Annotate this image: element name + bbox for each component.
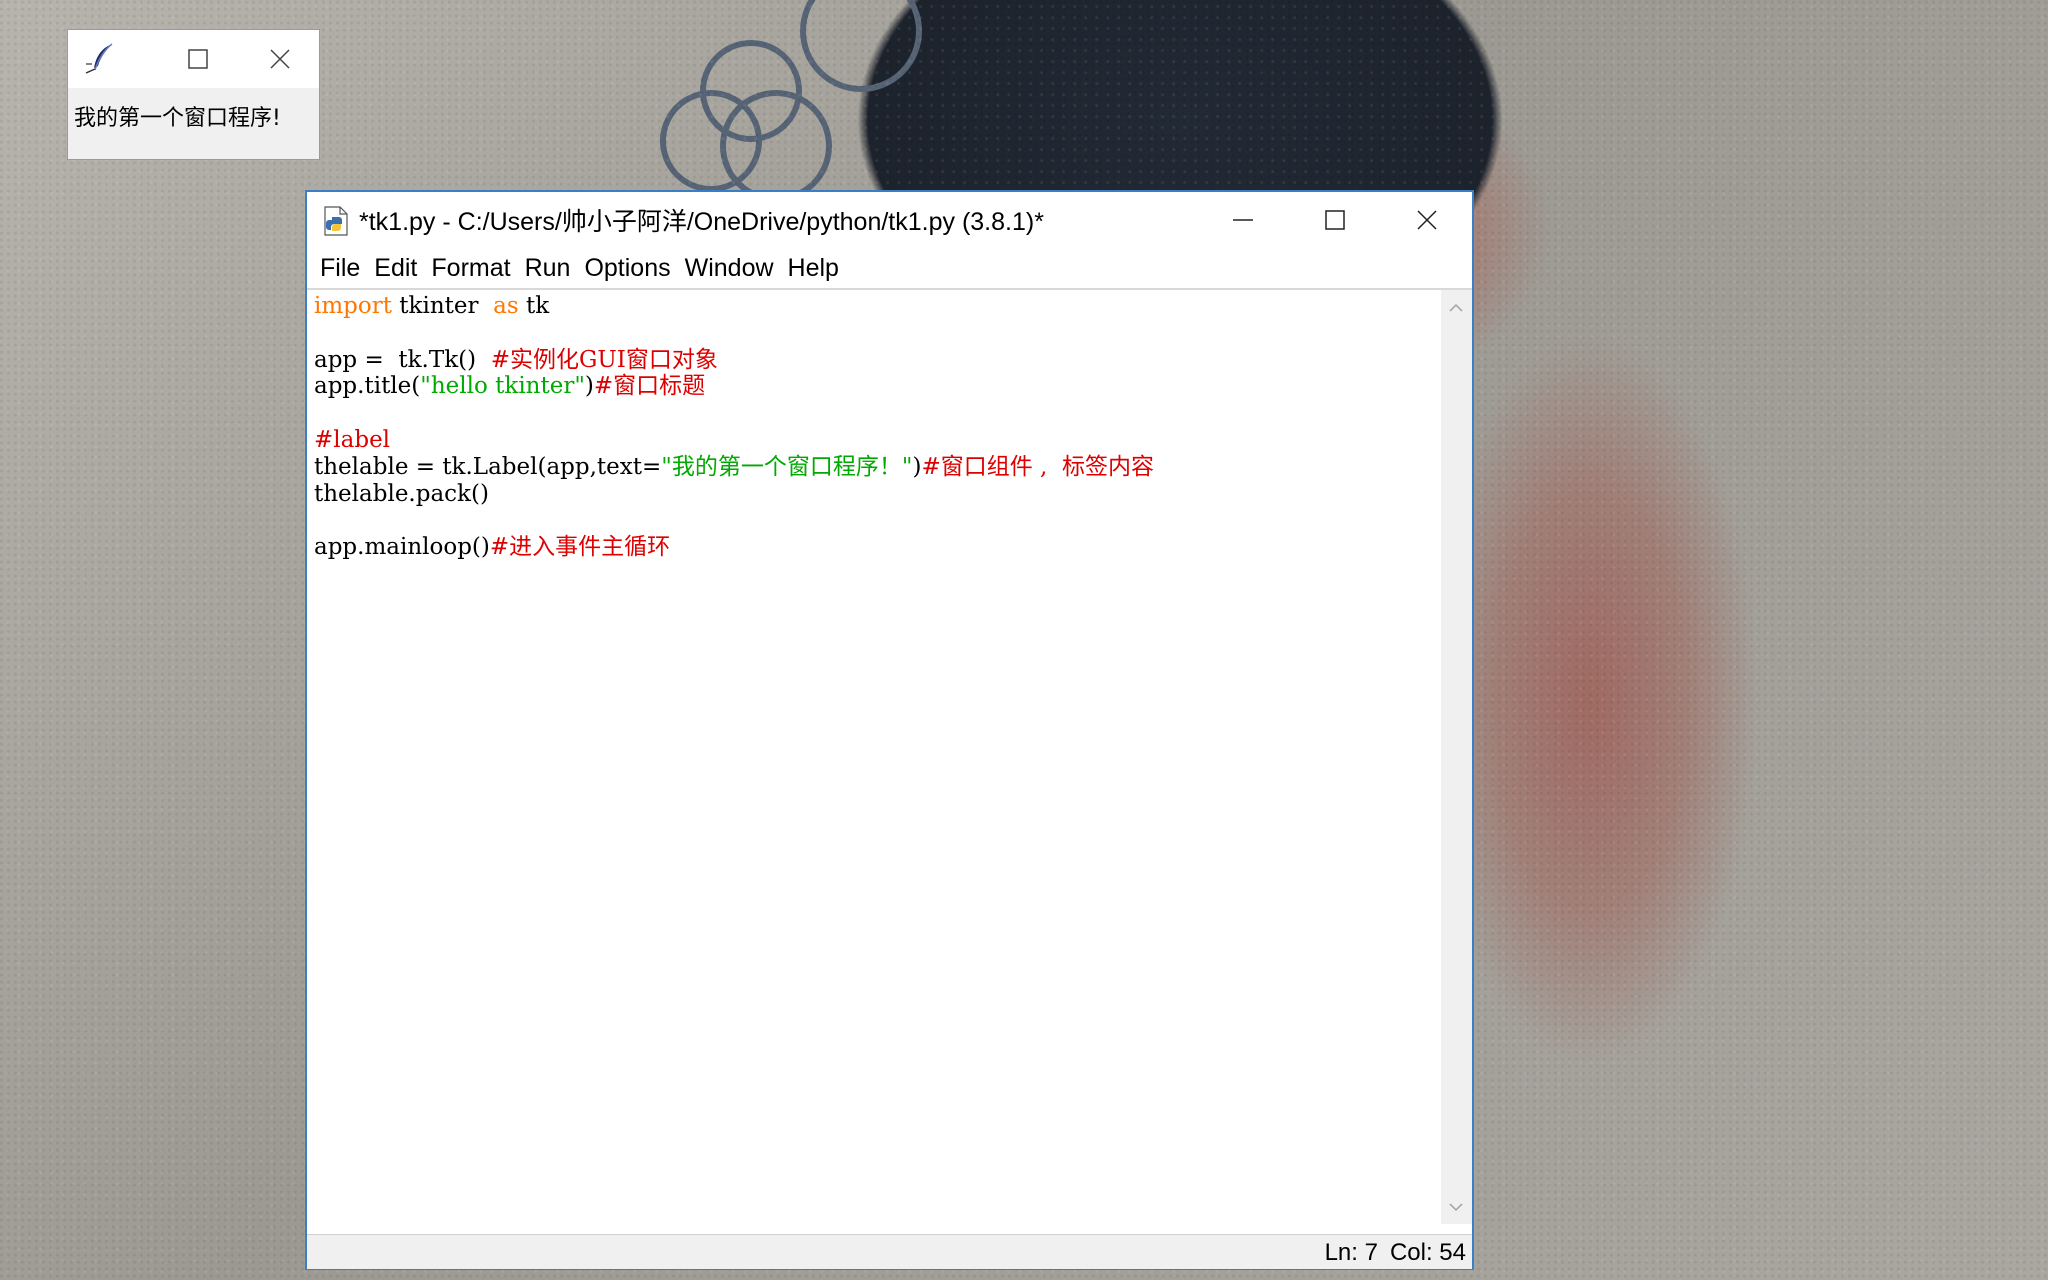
maximize-button[interactable] [168, 44, 228, 74]
code-line[interactable]: #label [314, 427, 1154, 454]
code-string: "hello tkinter" [420, 373, 585, 400]
window-title: *tk1.py - C:/Users/帅小子阿洋/OneDrive/python… [359, 208, 1044, 236]
maximize-icon [188, 49, 208, 69]
idle-titlebar[interactable]: *tk1.py - C:/Users/帅小子阿洋/OneDrive/python… [307, 192, 1472, 248]
code-line[interactable]: app.mainloop()#进入事件主循环 [314, 534, 1154, 561]
code-line[interactable] [314, 507, 1154, 534]
status-line: Ln: 7 [1324, 1239, 1378, 1266]
menu-bar: File Edit Format Run Options Window Help [307, 248, 1472, 290]
menu-file[interactable]: File [313, 254, 367, 283]
code-text[interactable]: import tkinter as tk app = tk.Tk() #实例化GU… [314, 293, 1154, 561]
close-icon [1417, 210, 1437, 230]
menu-run[interactable]: Run [518, 254, 578, 283]
code-line[interactable]: import tkinter as tk [314, 293, 1154, 320]
maximize-icon [1325, 210, 1345, 230]
code-string: "我的第一个窗口程序！" [661, 453, 913, 480]
code-line[interactable]: app.title("hello tkinter")#窗口标题 [314, 373, 1154, 400]
minimize-button[interactable] [1197, 192, 1289, 248]
close-button[interactable] [1381, 192, 1473, 248]
wallpaper-ring-1 [700, 40, 802, 142]
code-token: app.title( [314, 373, 421, 400]
code-comment: #实例化GUI窗口对象 [490, 346, 718, 373]
code-token: thelable = tk.Label(app,text= [314, 453, 662, 480]
tk-label: 我的第一个窗口程序! [74, 106, 281, 131]
code-token: app = tk.Tk() [314, 346, 491, 373]
close-icon [270, 49, 290, 69]
menu-edit[interactable]: Edit [367, 254, 424, 283]
wallpaper-ring-4 [800, 0, 922, 92]
menu-window[interactable]: Window [678, 254, 781, 283]
code-editor[interactable]: import tkinter as tk app = tk.Tk() #实例化GU… [307, 290, 1441, 1224]
code-line[interactable]: thelable.pack() [314, 481, 1154, 508]
code-keyword: import [314, 293, 392, 319]
code-comment: #进入事件主循环 [489, 534, 671, 561]
code-line[interactable] [314, 320, 1154, 347]
scroll-up-icon[interactable] [1449, 298, 1463, 317]
code-line[interactable]: thelable = tk.Label(app,text="我的第一个窗口程序！… [314, 454, 1154, 481]
code-keyword: as [493, 293, 519, 319]
code-line[interactable] [314, 400, 1154, 427]
code-line[interactable]: app = tk.Tk() #实例化GUI窗口对象 [314, 347, 1154, 374]
code-comment: #label [314, 426, 391, 453]
code-token: thelable.pack() [314, 480, 489, 507]
wallpaper-ring-3 [720, 90, 832, 202]
idle-editor-window: *tk1.py - C:/Users/帅小子阿洋/OneDrive/python… [305, 190, 1474, 1270]
scroll-down-icon[interactable] [1449, 1197, 1463, 1216]
tk-app-window: 我的第一个窗口程序! [67, 29, 320, 160]
menu-format[interactable]: Format [424, 254, 517, 283]
maximize-button[interactable] [1289, 192, 1381, 248]
close-button[interactable] [250, 44, 310, 74]
menu-help[interactable]: Help [781, 254, 846, 283]
code-token: tkinter [391, 293, 494, 319]
code-token: ) [584, 373, 594, 400]
feather-icon [82, 42, 118, 76]
wallpaper-ring-2 [660, 90, 762, 192]
status-bar: Ln: 7 Col: 54 [307, 1234, 1472, 1269]
menu-options[interactable]: Options [577, 254, 677, 283]
cursor-position: Ln: 7 Col: 54 [1325, 1239, 1466, 1267]
code-token: app.mainloop() [314, 534, 490, 561]
code-comment: #窗口标题 [593, 373, 706, 400]
python-file-icon [320, 205, 352, 237]
status-column: Col: 54 [1389, 1239, 1466, 1266]
code-token: tk [518, 293, 550, 319]
code-comment: #窗口组件 , 标签内容 [921, 453, 1154, 480]
vertical-scrollbar[interactable] [1441, 290, 1472, 1224]
minimize-icon [1233, 219, 1253, 221]
tk-titlebar[interactable] [68, 30, 319, 88]
